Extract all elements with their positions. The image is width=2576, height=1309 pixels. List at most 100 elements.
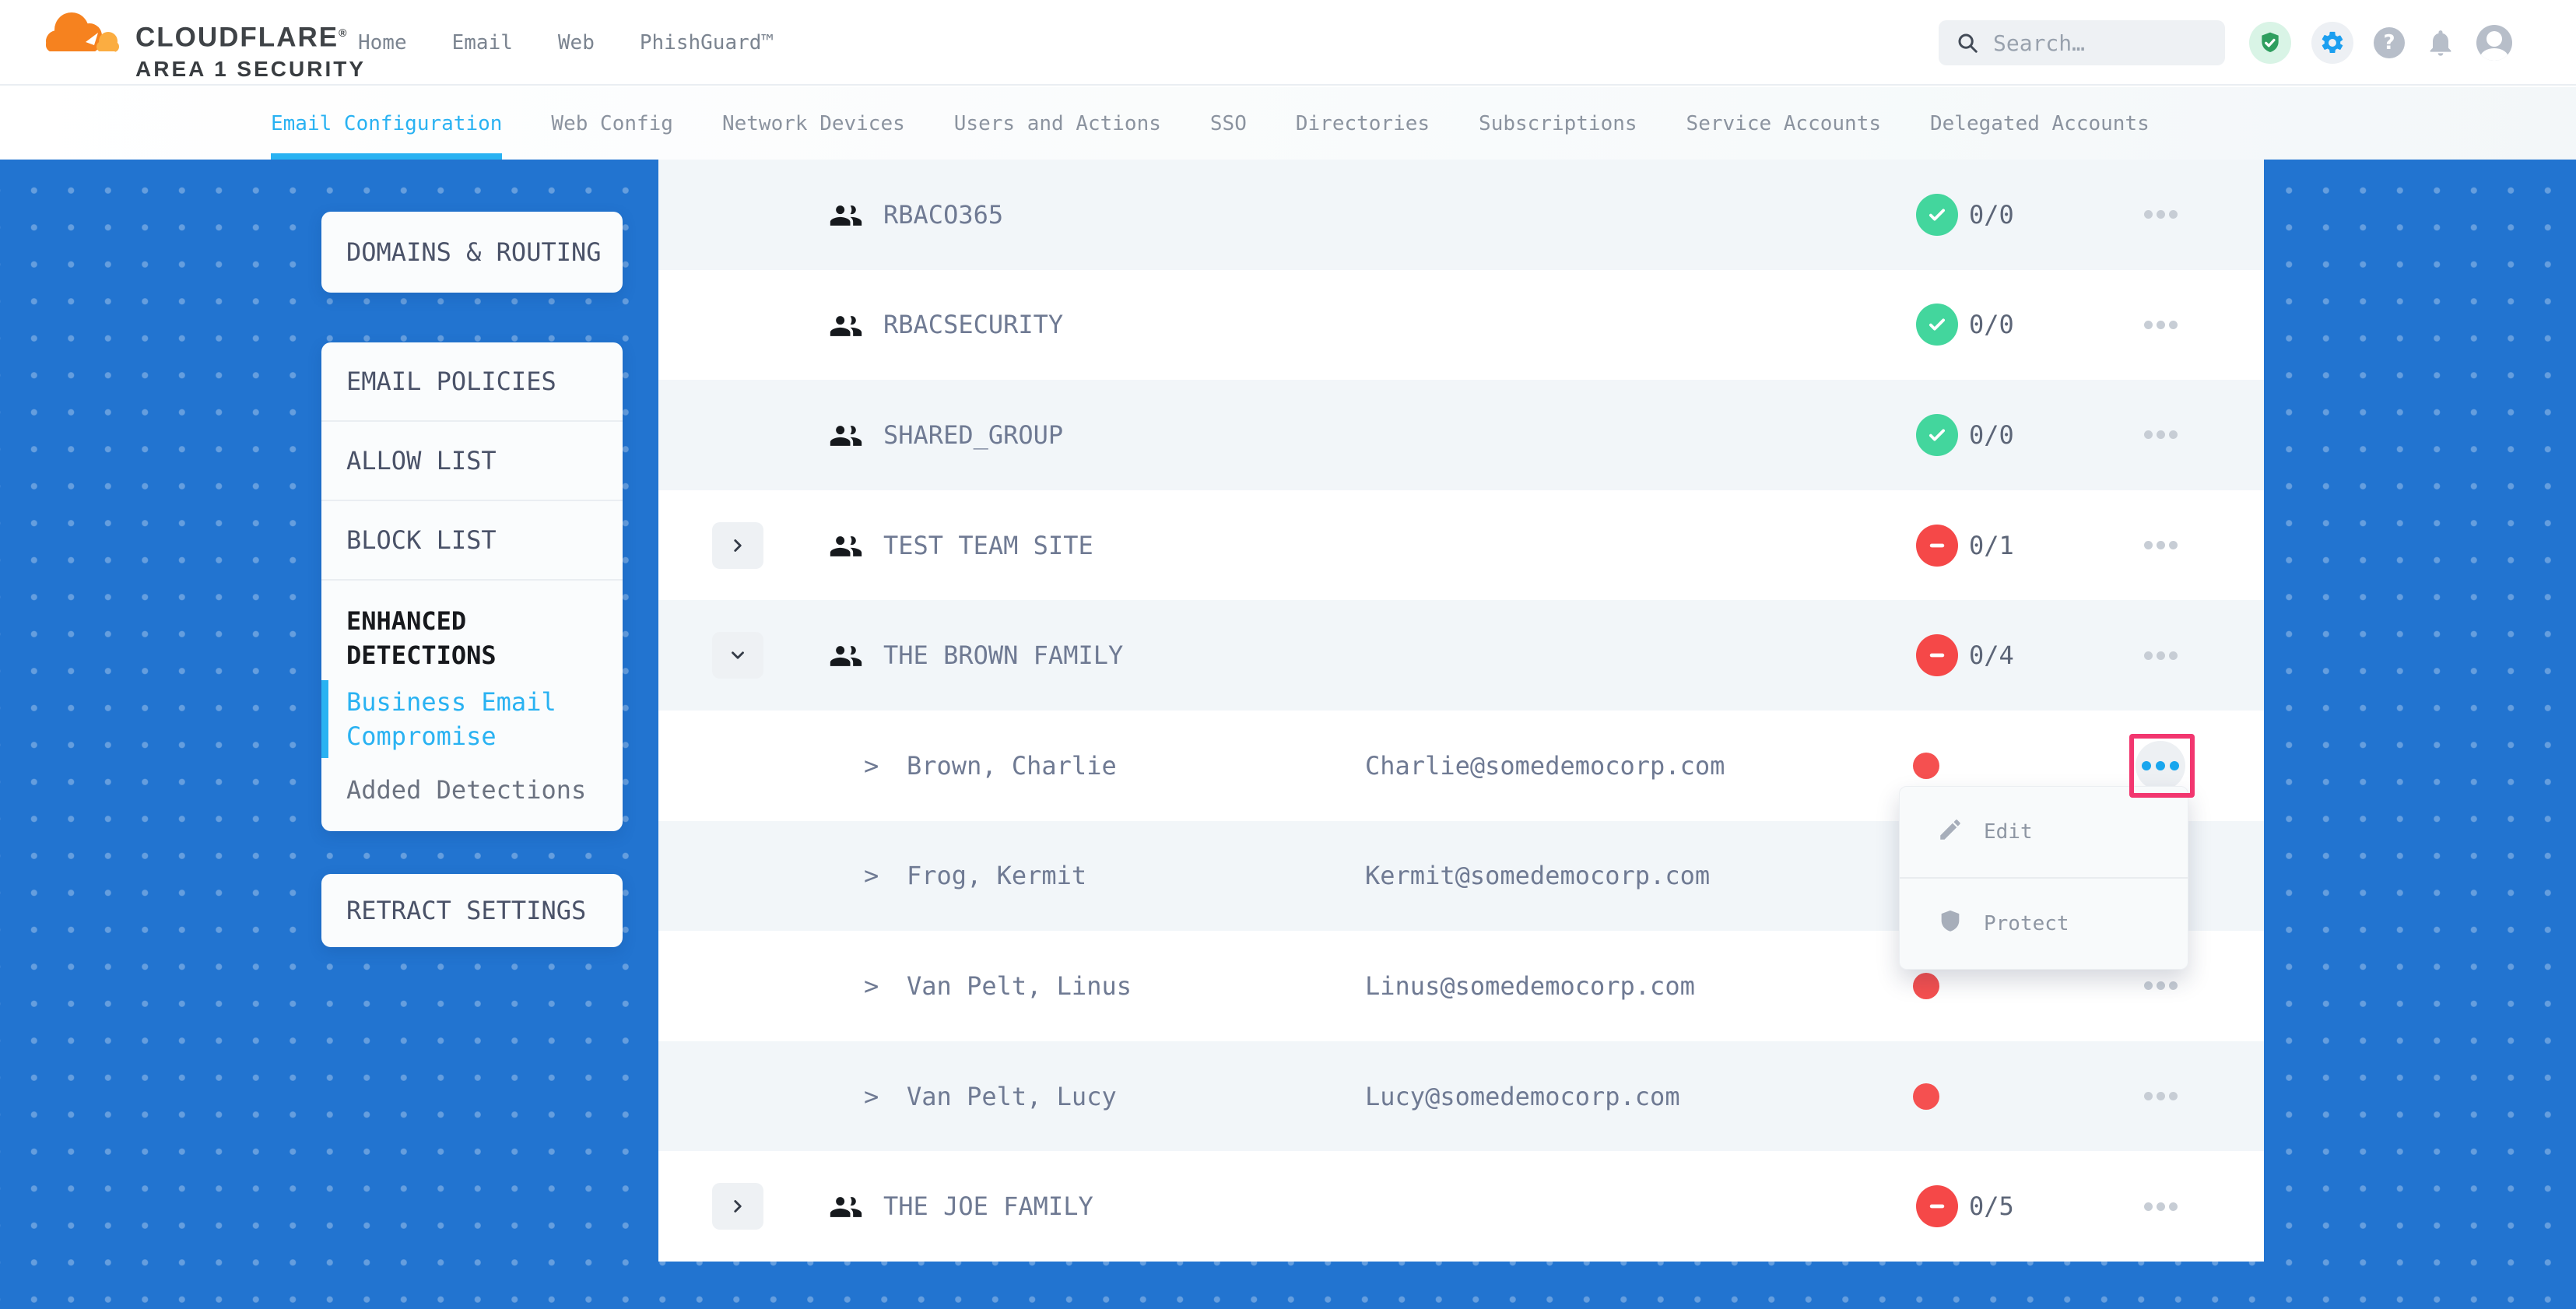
- tab-sso[interactable]: SSO: [1210, 87, 1247, 160]
- row-actions-menu-button[interactable]: [2129, 1175, 2192, 1237]
- active-tab-underline: [271, 153, 502, 160]
- group-name: RBACSECURITY: [883, 270, 1063, 381]
- tab-email-configuration[interactable]: Email Configuration: [271, 87, 502, 160]
- row-context-menu: Edit Protect: [1899, 786, 2188, 970]
- account-icon[interactable]: [2476, 25, 2512, 61]
- row-actions-menu-button[interactable]: [2129, 293, 2192, 356]
- user-email: Kermit@somedemocorp.com: [1365, 821, 1710, 932]
- status-unprotected-dot: [1913, 753, 1939, 779]
- user-caret: >: [864, 821, 879, 932]
- expand-group-button[interactable]: [712, 522, 763, 569]
- row-actions-menu-button[interactable]: [2136, 741, 2185, 791]
- status-ok-badge: [1916, 304, 1958, 346]
- tab-label: Subscriptions: [1479, 112, 1637, 135]
- notifications-bell-icon[interactable]: [2425, 27, 2456, 58]
- status-ok-badge: [1916, 414, 1958, 456]
- group-people-icon: [829, 529, 863, 563]
- sidebar-item-email-policies[interactable]: EMAIL POLICIES: [321, 342, 623, 420]
- sidebar-section-enhanced-detections: ENHANCED DETECTIONS: [321, 581, 623, 676]
- nav-item-phishguard[interactable]: PhishGuard™: [640, 31, 774, 54]
- table-row-group[interactable]: THE JOE FAMILY0/5: [658, 1151, 2264, 1262]
- sidebar-policies-card: EMAIL POLICIESALLOW LISTBLOCK LIST ENHAN…: [321, 342, 623, 831]
- menu-item-protect[interactable]: Protect: [1900, 879, 2188, 969]
- protection-count: 0/0: [1969, 380, 2014, 490]
- group-people-icon: [829, 309, 863, 343]
- group-name: THE BROWN FAMILY: [883, 600, 1123, 711]
- row-actions-menu-button[interactable]: [2129, 1065, 2192, 1128]
- expand-group-button[interactable]: [712, 1183, 763, 1230]
- menu-item-edit[interactable]: Edit: [1900, 787, 2188, 877]
- pencil-icon: [1937, 816, 1964, 848]
- menu-item-label: Edit: [1984, 820, 2033, 844]
- tab-label: Directories: [1296, 112, 1430, 135]
- sidebar-item-domains-routing[interactable]: DOMAINS & ROUTING: [321, 212, 623, 293]
- status-ok-badge: [1916, 194, 1958, 236]
- row-actions-menu-button[interactable]: [2129, 184, 2192, 246]
- status-unprotected-dot: [1913, 973, 1939, 999]
- sidebar-item-label: RETRACT SETTINGS: [346, 896, 586, 925]
- sidebar-item-allow-list[interactable]: ALLOW LIST: [321, 422, 623, 500]
- tab-users-and-actions[interactable]: Users and Actions: [954, 87, 1161, 160]
- collapse-group-button[interactable]: [712, 632, 763, 679]
- tab-web-config[interactable]: Web Config: [551, 87, 673, 160]
- group-name: TEST TEAM SITE: [883, 490, 1093, 601]
- top-nav: Home Email Web PhishGuard™: [358, 0, 774, 86]
- brand-reg-mark: ®: [339, 26, 348, 39]
- sidebar-item-retract-settings[interactable]: RETRACT SETTINGS: [321, 874, 623, 947]
- nav-item-email[interactable]: Email: [452, 31, 513, 54]
- status-blocked-badge: [1916, 634, 1958, 676]
- group-name: SHARED_GROUP: [883, 380, 1063, 490]
- shield-check-icon[interactable]: [2249, 22, 2291, 64]
- cloudflare-logo: CLOUDFLARE® AREA 1 SECURITY: [40, 6, 366, 82]
- user-email: Linus@somedemocorp.com: [1365, 931, 1695, 1041]
- row-actions-menu-button[interactable]: [2129, 404, 2192, 466]
- protection-count: 0/1: [1969, 490, 2014, 601]
- sidebar-item-label: DOMAINS & ROUTING: [346, 237, 602, 267]
- table-row-group[interactable]: TEST TEAM SITE 0/1: [658, 490, 2264, 601]
- help-icon[interactable]: ?: [2374, 27, 2405, 58]
- protection-count: 0/0: [1969, 160, 2014, 270]
- tab-label: SSO: [1210, 112, 1247, 135]
- nav-item-web[interactable]: Web: [558, 31, 595, 54]
- tab-subscriptions[interactable]: Subscriptions: [1479, 87, 1637, 160]
- table-row-group[interactable]: RBACO3650/0: [658, 160, 2264, 270]
- brand-subtitle: AREA 1 SECURITY: [135, 57, 366, 82]
- search-input[interactable]: [1993, 30, 2211, 56]
- tab-bar: Email Configuration Web Config Network Dev…: [0, 87, 2576, 160]
- group-people-icon: [829, 1190, 863, 1224]
- group-people-icon: [829, 419, 863, 453]
- content-area: DOMAINS & ROUTING EMAIL POLICIESALLOW LI…: [0, 160, 2576, 1309]
- user-name: Frog, Kermit: [907, 821, 1086, 932]
- row-actions-menu-button[interactable]: [2129, 624, 2192, 686]
- header-icon-row: ?: [2249, 0, 2512, 86]
- tab-delegated-accounts[interactable]: Delegated Accounts: [1930, 87, 2150, 160]
- status-blocked-badge: [1916, 525, 1958, 567]
- user-email: Charlie@somedemocorp.com: [1365, 711, 1725, 821]
- tab-directories[interactable]: Directories: [1296, 87, 1430, 160]
- group-people-icon: [829, 198, 863, 233]
- app-header: CLOUDFLARE® AREA 1 SECURITY Home Email Web…: [0, 0, 2576, 86]
- tab-label: Network Devices: [722, 112, 905, 135]
- status-unprotected-dot: [1913, 1083, 1939, 1110]
- tab-label: Email Configuration: [271, 112, 502, 135]
- tab-service-accounts[interactable]: Service Accounts: [1686, 87, 1881, 160]
- tab-label: Service Accounts: [1686, 112, 1881, 135]
- search-box[interactable]: [1939, 20, 2225, 65]
- tab-network-devices[interactable]: Network Devices: [722, 87, 905, 160]
- table-row-group[interactable]: THE BROWN FAMILY0/4: [658, 600, 2264, 711]
- nav-item-home[interactable]: Home: [358, 31, 407, 54]
- tab-label: Delegated Accounts: [1930, 112, 2150, 135]
- row-actions-menu-button[interactable]: [2129, 514, 2192, 577]
- table-row-group[interactable]: RBACSECURITY 0/0: [658, 270, 2264, 381]
- settings-gear-icon[interactable]: [2311, 22, 2353, 64]
- table-row-group[interactable]: SHARED_GROUP 0/0: [658, 380, 2264, 490]
- group-name: THE JOE FAMILY: [883, 1151, 1093, 1262]
- sidebar-item-block-list[interactable]: BLOCK LIST: [321, 501, 623, 579]
- sidebar-item-added-detections[interactable]: Added Detections: [321, 758, 623, 831]
- status-blocked-badge: [1916, 1185, 1958, 1227]
- groups-users-table: RBACO3650/0RBACSECURITY 0/0 SHARED_GROUP 0/…: [658, 160, 2264, 1262]
- protection-count: 0/0: [1969, 270, 2014, 381]
- table-row-user[interactable]: >Van Pelt, LucyLucy@somedemocorp.com: [658, 1041, 2264, 1152]
- sidebar-item-business-email-compromise[interactable]: Business Email Compromise: [321, 680, 623, 758]
- menu-item-label: Protect: [1984, 912, 2069, 935]
